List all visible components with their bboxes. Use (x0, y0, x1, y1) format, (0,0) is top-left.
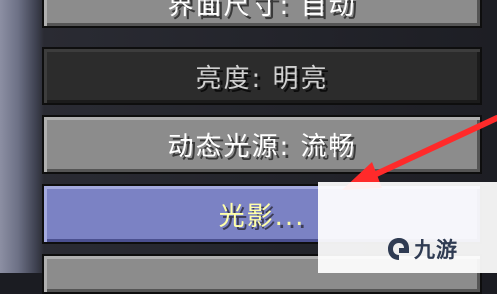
shaders-label: 光影... (218, 201, 306, 232)
watermark: 九游 (386, 234, 458, 264)
dynamic-lights-button[interactable]: 动态光源: 流畅 (42, 115, 482, 174)
gui-scale-label: 界面尺寸: 自动 (167, 0, 357, 21)
dynamic-lights-label: 动态光源: 流畅 (167, 132, 357, 162)
brightness-button[interactable]: 亮度: 明亮 (42, 47, 482, 105)
jiuyou-logo-icon (388, 238, 409, 260)
brightness-label: 亮度: 明亮 (195, 63, 329, 94)
gui-scale-button[interactable]: 界面尺寸: 自动 (42, 0, 482, 28)
watermark-text: 九游 (414, 238, 458, 262)
